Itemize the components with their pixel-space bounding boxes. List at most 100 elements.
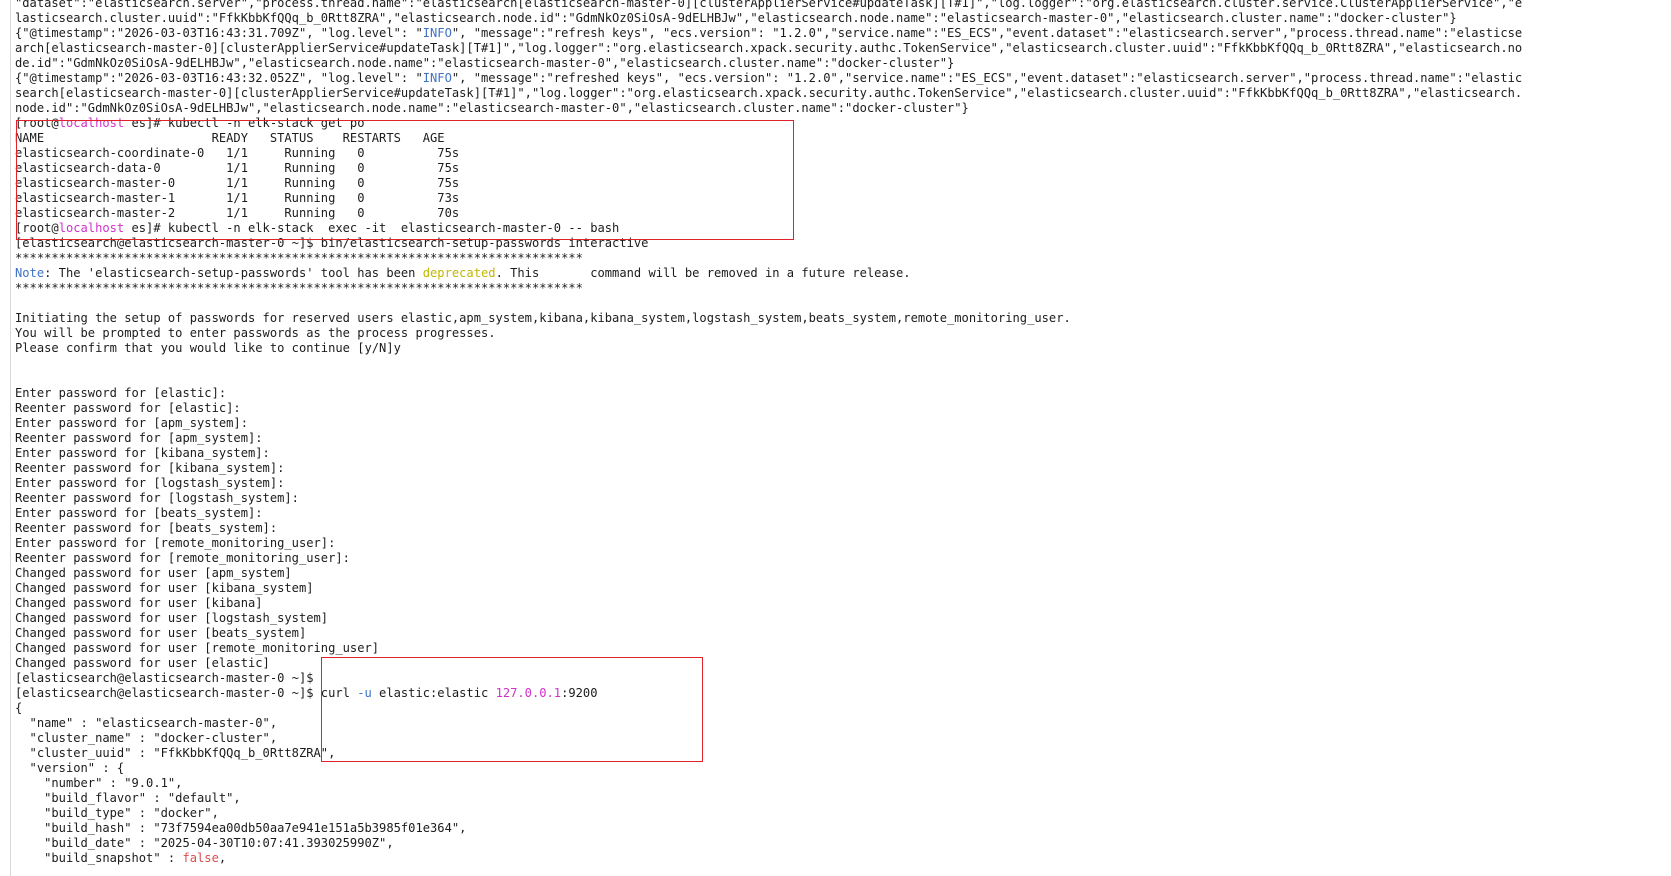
terminal-line: Note: The 'elasticsearch-setup-passwords… [15, 266, 1667, 281]
terminal-text-segment: "build_type" : "docker", [15, 806, 219, 820]
terminal-line: You will be prompted to enter passwords … [15, 326, 1667, 341]
terminal-text-segment: Changed password for user [apm_system] [15, 566, 292, 580]
terminal-line: [elasticsearch@elasticsearch-master-0 ~]… [15, 671, 1667, 686]
terminal-line: [root@localhost es]# kubectl -n elk-stac… [15, 116, 1667, 131]
terminal-text-segment: NAME READY STATUS RESTARTS AGE [15, 131, 445, 145]
terminal-line: [root@localhost es]# kubectl -n elk-stac… [15, 221, 1667, 236]
terminal-line: "build_date" : "2025-04-30T10:07:41.3930… [15, 836, 1667, 851]
terminal-line: elasticsearch-master-2 1/1 Running 0 70s [15, 206, 1667, 221]
terminal-line: "number" : "9.0.1", [15, 776, 1667, 791]
terminal-text-segment: Changed password for user [kibana] [15, 596, 263, 610]
terminal-line: search[elasticsearch-master-0][clusterAp… [15, 86, 1667, 101]
terminal-line: arch[elasticsearch-master-0][clusterAppl… [15, 41, 1667, 56]
terminal-text-segment: "number" : "9.0.1", [15, 776, 183, 790]
terminal-line: Enter password for [beats_system]: [15, 506, 1667, 521]
terminal-text-segment: {"@timestamp":"2026-03-03T16:43:32.052Z"… [15, 71, 423, 85]
terminal-line: Changed password for user [remote_monito… [15, 641, 1667, 656]
terminal-text-segment: lasticsearch.cluster.uuid":"FfkKbbKfQQq_… [15, 11, 1457, 25]
terminal-text-segment: [elasticsearch@elasticsearch-master-0 ~]… [15, 671, 314, 685]
terminal-line: Enter password for [remote_monitoring_us… [15, 536, 1667, 551]
terminal-text-segment: Changed password for user [remote_monito… [15, 641, 380, 655]
terminal-line: NAME READY STATUS RESTARTS AGE [15, 131, 1667, 146]
terminal-line: de.id":"GdmNkOz0SiOsA-9dELHBJw","elastic… [15, 56, 1667, 71]
terminal-text-segment: Reenter password for [beats_system]: [15, 521, 278, 535]
terminal-text-segment: elasticsearch-coordinate-0 1/1 Running 0… [15, 146, 460, 160]
terminal-text-segment: "dataset":"elasticsearch.server","proces… [15, 0, 1523, 10]
terminal-line: lasticsearch.cluster.uuid":"FfkKbbKfQQq_… [15, 11, 1667, 26]
terminal-text-segment: [elasticsearch@elasticsearch-master-0 ~]… [15, 236, 649, 250]
terminal-text-segment: ****************************************… [15, 251, 583, 265]
terminal-text-segment: [root@ [15, 221, 59, 235]
terminal-line: Enter password for [apm_system]: [15, 416, 1667, 431]
terminal-window[interactable]: "dataset":"elasticsearch.server","proces… [0, 0, 1671, 876]
terminal-text-segment: search[elasticsearch-master-0][clusterAp… [15, 86, 1523, 100]
terminal-line: [elasticsearch@elasticsearch-master-0 ~]… [15, 686, 1667, 701]
terminal-text-segment: "cluster_name" : "docker-cluster", [15, 731, 278, 745]
terminal-text-segment: You will be prompted to enter passwords … [15, 326, 496, 340]
terminal-line: Reenter password for [beats_system]: [15, 521, 1667, 536]
terminal-line: Reenter password for [kibana_system]: [15, 461, 1667, 476]
terminal-line: node.id":"GdmNkOz0SiOsA-9dELHBJw","elast… [15, 101, 1667, 116]
terminal-text-segment: 127.0.0.1 [495, 686, 562, 700]
terminal-text-segment: de.id":"GdmNkOz0SiOsA-9dELHBJw","elastic… [15, 56, 955, 70]
terminal-text-segment: [elasticsearch@elasticsearch-master-0 ~]… [15, 686, 358, 700]
terminal-text-segment: "build_flavor" : "default", [15, 791, 241, 805]
terminal-text-segment: Please confirm that you would like to co… [15, 341, 401, 355]
terminal-text-segment: es]# kubectl -n elk-stack exec -it elast… [124, 221, 620, 235]
terminal-line: Enter password for [elastic]: [15, 386, 1667, 401]
terminal-line: Changed password for user [apm_system] [15, 566, 1667, 581]
terminal-text-segment: elastic:elastic [371, 686, 496, 700]
terminal-line: Reenter password for [logstash_system]: [15, 491, 1667, 506]
terminal-line: Initiating the setup of passwords for re… [15, 311, 1667, 326]
terminal-line: Changed password for user [logstash_syst… [15, 611, 1667, 626]
terminal-text-segment: Reenter password for [elastic]: [15, 401, 241, 415]
terminal-line: Reenter password for [remote_monitoring_… [15, 551, 1667, 566]
terminal-text-segment: Changed password for user [logstash_syst… [15, 611, 329, 625]
terminal-line: "build_snapshot" : false, [15, 851, 1667, 866]
terminal-line: "dataset":"elasticsearch.server","proces… [15, 0, 1667, 11]
terminal-text-segment: "name" : "elasticsearch-master-0", [15, 716, 278, 730]
terminal-text-segment: Changed password for user [elastic] [15, 656, 270, 670]
terminal-text-segment: arch[elasticsearch-master-0][clusterAppl… [15, 41, 1523, 55]
terminal-line: elasticsearch-master-0 1/1 Running 0 75s [15, 176, 1667, 191]
terminal-text-segment: INFO [422, 71, 452, 85]
terminal-text-segment: elasticsearch-master-2 1/1 Running 0 70s [15, 206, 460, 220]
terminal-line: Reenter password for [elastic]: [15, 401, 1667, 416]
terminal-text-segment: Initiating the setup of passwords for re… [15, 311, 1071, 325]
terminal-text-segment: Enter password for [beats_system]: [15, 506, 263, 520]
terminal-text-segment: Note [15, 266, 45, 280]
terminal-line: ****************************************… [15, 251, 1667, 266]
terminal-line: Changed password for user [beats_system] [15, 626, 1667, 641]
terminal-text-segment: false [182, 851, 219, 865]
terminal-text-segment: es]# kubectl -n elk-stack get po [124, 116, 365, 130]
terminal-line: { [15, 701, 1667, 716]
terminal-line: "version" : { [15, 761, 1667, 776]
terminal-text-segment: . This command will be removed in a futu… [495, 266, 911, 280]
terminal-text-segment: Reenter password for [remote_monitoring_… [15, 551, 350, 565]
terminal-text-segment: Enter password for [kibana_system]: [15, 446, 270, 460]
terminal-line: {"@timestamp":"2026-03-03T16:43:32.052Z"… [15, 71, 1667, 86]
terminal-line: Please confirm that you would like to co… [15, 341, 1667, 356]
terminal-text-segment: Reenter password for [apm_system]: [15, 431, 263, 445]
terminal-text-segment: localhost [58, 116, 125, 130]
terminal-text-segment: deprecated [422, 266, 496, 280]
terminal-line: Changed password for user [elastic] [15, 656, 1667, 671]
terminal-left-border [10, 0, 11, 876]
terminal-text-segment: elasticsearch-master-0 1/1 Running 0 75s [15, 176, 460, 190]
terminal-line: elasticsearch-master-1 1/1 Running 0 73s [15, 191, 1667, 206]
terminal-line: "build_hash" : "73f7594ea00db50aa7e941e1… [15, 821, 1667, 836]
terminal-line: Changed password for user [kibana] [15, 596, 1667, 611]
terminal-line: "build_flavor" : "default", [15, 791, 1667, 806]
terminal-line: "cluster_name" : "docker-cluster", [15, 731, 1667, 746]
terminal-line: "name" : "elasticsearch-master-0", [15, 716, 1667, 731]
terminal-text-segment: Reenter password for [logstash_system]: [15, 491, 299, 505]
terminal-text-segment: INFO [422, 26, 452, 40]
terminal-text-segment: "build_hash" : "73f7594ea00db50aa7e941e1… [15, 821, 467, 835]
terminal-text-segment: "cluster_uuid" : "FfkKbbKfQQq_b_0Rtt8ZRA… [15, 746, 336, 760]
terminal-text-segment: : The 'elasticsearch-setup-passwords' to… [44, 266, 423, 280]
terminal-output[interactable]: "dataset":"elasticsearch.server","proces… [15, 0, 1667, 866]
terminal-text-segment: Enter password for [logstash_system]: [15, 476, 285, 490]
terminal-text-segment: { [15, 701, 23, 715]
